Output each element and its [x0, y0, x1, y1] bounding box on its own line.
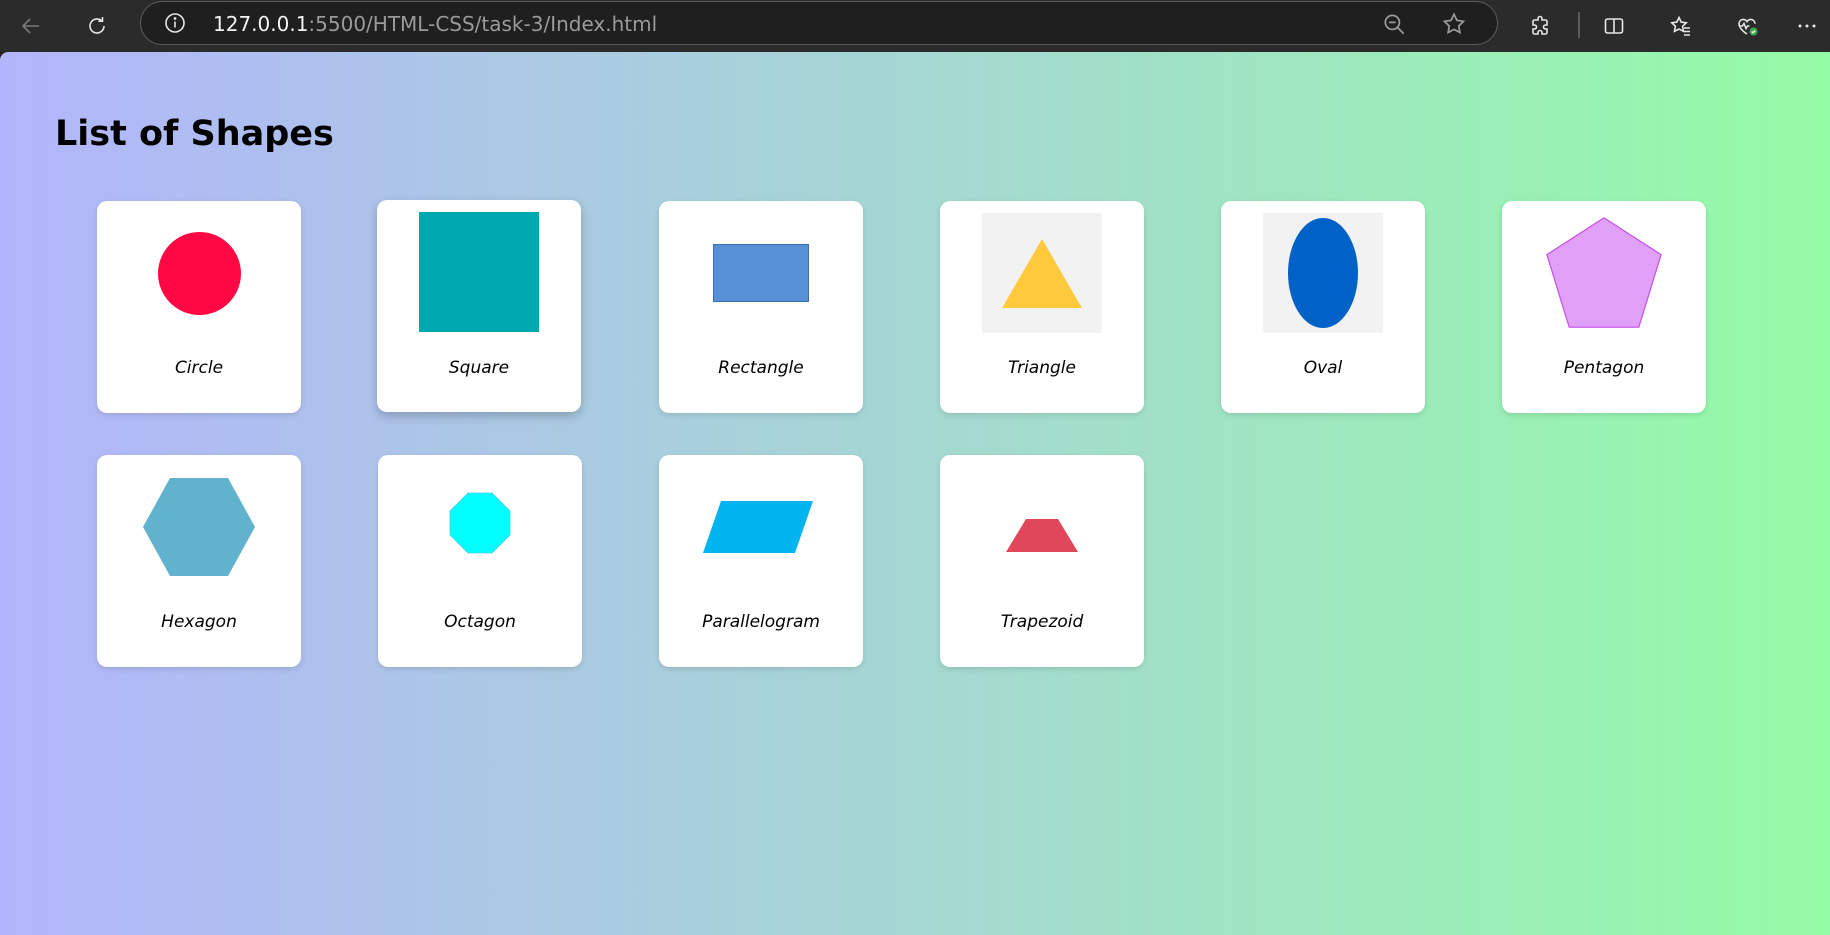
hexagon-shape-box — [139, 467, 259, 587]
shape-label: Triangle — [1008, 358, 1076, 378]
shape-card-rectangle: Rectangle — [659, 201, 863, 413]
url-text[interactable]: 127.0.0.1:5500/HTML-CSS/task-3/Index.htm… — [213, 12, 657, 36]
oval-shape — [1288, 218, 1358, 328]
zoom-out-icon[interactable] — [1381, 11, 1407, 37]
address-bar[interactable]: 127.0.0.1:5500/HTML-CSS/task-3/Index.htm… — [140, 1, 1498, 45]
triangle-shape — [1002, 239, 1082, 308]
hexagon-shape — [143, 478, 255, 576]
circle-shape — [157, 231, 241, 315]
more-icon[interactable] — [1788, 8, 1826, 44]
browser-essentials-icon[interactable] — [1728, 8, 1766, 44]
pentagon-shape-box — [1544, 213, 1664, 333]
extensions-icon[interactable] — [1522, 8, 1560, 44]
shape-label: Hexagon — [161, 612, 237, 632]
shape-label: Rectangle — [718, 358, 804, 378]
rectangle-shape — [713, 244, 809, 302]
octagon-shape-box — [420, 467, 540, 587]
oval-shape-box — [1263, 213, 1383, 333]
shape-label: Octagon — [444, 612, 516, 632]
rectangle-shape-box — [701, 213, 821, 333]
shape-label: Parallelogram — [702, 612, 820, 632]
favorites-icon[interactable] — [1662, 8, 1700, 44]
shape-card-octagon: Octagon — [378, 455, 582, 667]
shape-card-oval: Oval — [1221, 201, 1425, 413]
toolbar-divider — [1578, 12, 1580, 38]
shape-card-triangle: Triangle — [940, 201, 1144, 413]
parallelogram-shape — [703, 501, 813, 553]
octagon-shape — [449, 492, 511, 554]
shape-card-circle: Circle — [97, 201, 301, 413]
shape-label: Circle — [174, 358, 224, 378]
shape-card-parallelogram: Parallelogram — [659, 455, 863, 667]
favorite-star-icon[interactable] — [1441, 11, 1467, 37]
trapezoid-shape — [1006, 519, 1078, 552]
info-icon[interactable] — [163, 11, 187, 35]
page-title: List of Shapes — [55, 114, 334, 154]
shape-card-hexagon: Hexagon — [97, 455, 301, 667]
url-host: 127.0.0.1 — [213, 12, 309, 36]
square-shape — [419, 212, 539, 332]
refresh-icon[interactable] — [78, 8, 116, 44]
triangle-shape-box — [982, 213, 1102, 333]
split-screen-icon[interactable] — [1595, 8, 1633, 44]
trapezoid-shape-box — [982, 467, 1102, 587]
back-icon[interactable] — [12, 8, 50, 44]
shape-label: Pentagon — [1563, 358, 1645, 378]
shape-card-pentagon: Pentagon — [1502, 201, 1706, 413]
pentagon-shape — [1546, 217, 1662, 328]
shape-label: Trapezoid — [1000, 612, 1084, 632]
page-viewport: List of Shapes Circle Square Rectangle T… — [0, 52, 1830, 935]
url-path: :5500/HTML-CSS/task-3/Index.html — [308, 12, 658, 36]
parallelogram-shape-box — [701, 467, 821, 587]
browser-toolbar: 127.0.0.1:5500/HTML-CSS/task-3/Index.htm… — [0, 0, 1830, 52]
shape-label: Oval — [1303, 358, 1343, 378]
shape-card-square: Square — [377, 200, 581, 412]
shape-label: Square — [448, 358, 510, 378]
shape-card-trapezoid: Trapezoid — [940, 455, 1144, 667]
square-shape-box — [419, 212, 539, 332]
circle-shape-box — [139, 213, 259, 333]
